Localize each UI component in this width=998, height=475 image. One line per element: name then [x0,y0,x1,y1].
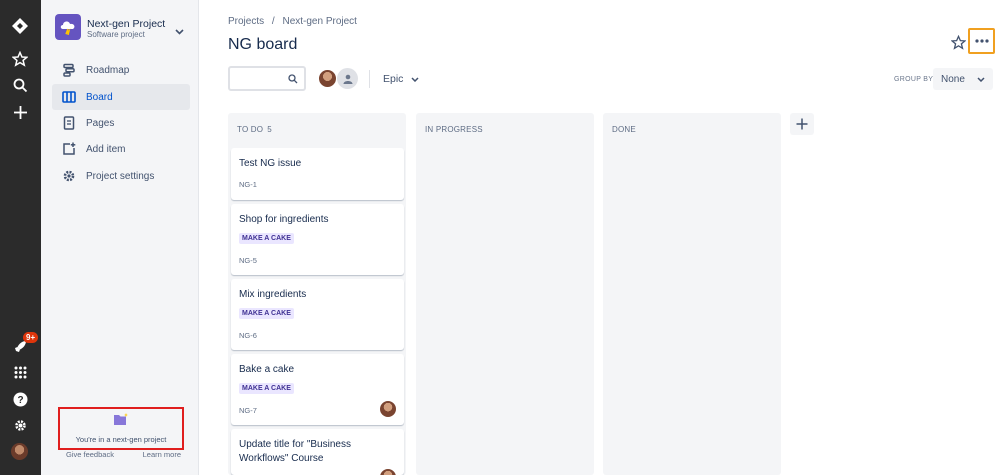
give-feedback-link[interactable]: Give feedback [66,450,114,459]
assignee-avatar[interactable] [380,401,396,417]
assignee-avatar[interactable] [380,469,396,475]
folder-icon [113,413,129,431]
project-avatar-icon [55,14,81,40]
epic-lozenge: MAKE A CAKE [239,233,294,244]
learn-more-link[interactable]: Learn more [143,450,181,459]
sidebar-item-add-item[interactable]: Add item [52,136,190,162]
breadcrumb-project[interactable]: Next-gen Project [282,16,356,27]
card-key: NG-6 [239,331,257,340]
search-icon [288,74,298,84]
board-search-input[interactable] [228,66,306,91]
issue-card[interactable]: Bake a cake MAKE A CAKE NG-7 [231,354,404,425]
chevron-down-icon[interactable] [175,22,184,40]
global-nav: 9+ ? [0,0,41,475]
card-title: Bake a cake [239,364,295,375]
epic-filter-label: Epic [383,73,404,85]
sidebar-item-label: Board [86,91,113,103]
breadcrumb-projects[interactable]: Projects [228,16,264,27]
column-count: 5 [267,125,272,134]
gear-icon [52,169,86,183]
user-avatar[interactable] [11,443,28,460]
assignee-avatar[interactable] [317,68,338,89]
svg-text:?: ? [17,395,23,406]
plus-icon [796,118,808,130]
chevron-down-icon [411,76,419,82]
apps-grid-icon[interactable] [10,362,30,382]
column-header: DONE [612,125,636,134]
more-icon [974,39,989,43]
card-title: Test NG issue [239,158,302,169]
notification-badge: 9+ [23,332,39,343]
board-icon [52,91,86,103]
issue-card[interactable]: Mix ingredients MAKE A CAKE NG-6 [231,279,404,350]
search-icon[interactable] [10,75,30,95]
more-actions-button[interactable] [968,28,995,54]
nextgen-info-box: You're in a next-gen project [58,407,184,450]
card-title: Mix ingredients [239,289,307,300]
chevron-down-icon [977,76,985,82]
sidebar-item-label: Pages [86,117,115,129]
epic-lozenge: MAKE A CAKE [239,308,294,319]
card-title: Shop for ingredients [239,214,329,225]
star-icon[interactable] [949,33,967,51]
star-icon[interactable] [10,49,30,69]
column-in-progress: IN PROGRESS [416,113,594,475]
plus-icon[interactable] [10,102,30,122]
sidebar-item-label: Add item [86,143,126,155]
card-key: NG-1 [239,180,257,189]
sidebar-item-pages[interactable]: Pages [52,110,190,136]
card-title: Update title for "Business Workflows" Co… [239,439,351,464]
unassigned-avatar-icon[interactable] [337,68,358,89]
project-type: Software project [87,30,145,39]
card-key: NG-5 [239,256,257,265]
add-column-button[interactable] [790,113,814,135]
issue-card[interactable]: Shop for ingredients MAKE A CAKE NG-5 [231,204,404,275]
groupby-select[interactable]: None [933,68,993,90]
sidebar-item-board[interactable]: Board [52,84,190,110]
breadcrumb: Projects / Next-gen Project [228,16,362,27]
sidebar-item-label: Roadmap [86,64,130,76]
sidebar-item-roadmap[interactable]: Roadmap [52,57,190,83]
jira-logo-icon[interactable] [10,16,30,36]
epic-lozenge: MAKE A CAKE [239,383,294,394]
column-done: DONE [603,113,781,475]
gear-icon[interactable] [10,415,30,435]
help-icon[interactable]: ? [10,389,30,409]
project-name[interactable]: Next-gen Project [87,18,165,30]
add-item-icon [52,142,86,156]
groupby-label: GROUP BY [894,76,934,83]
column-header: IN PROGRESS [425,125,483,134]
nextgen-text: You're in a next-gen project [75,435,167,444]
groupby-value: None [941,73,965,85]
sidebar-item-label: Project settings [86,170,155,182]
sidebar-item-project-settings[interactable]: Project settings [52,163,190,189]
breadcrumb-separator: / [271,16,275,27]
pages-icon [52,116,86,130]
column-todo: TO DO 5 Test NG issue NG-1 Shop for ingre… [228,113,406,475]
roadmap-icon [52,63,86,77]
issue-card[interactable]: Update title for "Business Workflows" Co… [231,429,404,475]
page-title: NG board [228,36,298,53]
issue-card[interactable]: Test NG issue NG-1 [231,148,404,200]
toolbar-divider [369,70,370,88]
project-sidebar: Next-gen Project Software project Roadma… [41,0,199,475]
epic-filter[interactable]: Epic [383,73,419,85]
card-key: NG-7 [239,406,257,415]
column-header: TO DO 5 [237,125,272,134]
